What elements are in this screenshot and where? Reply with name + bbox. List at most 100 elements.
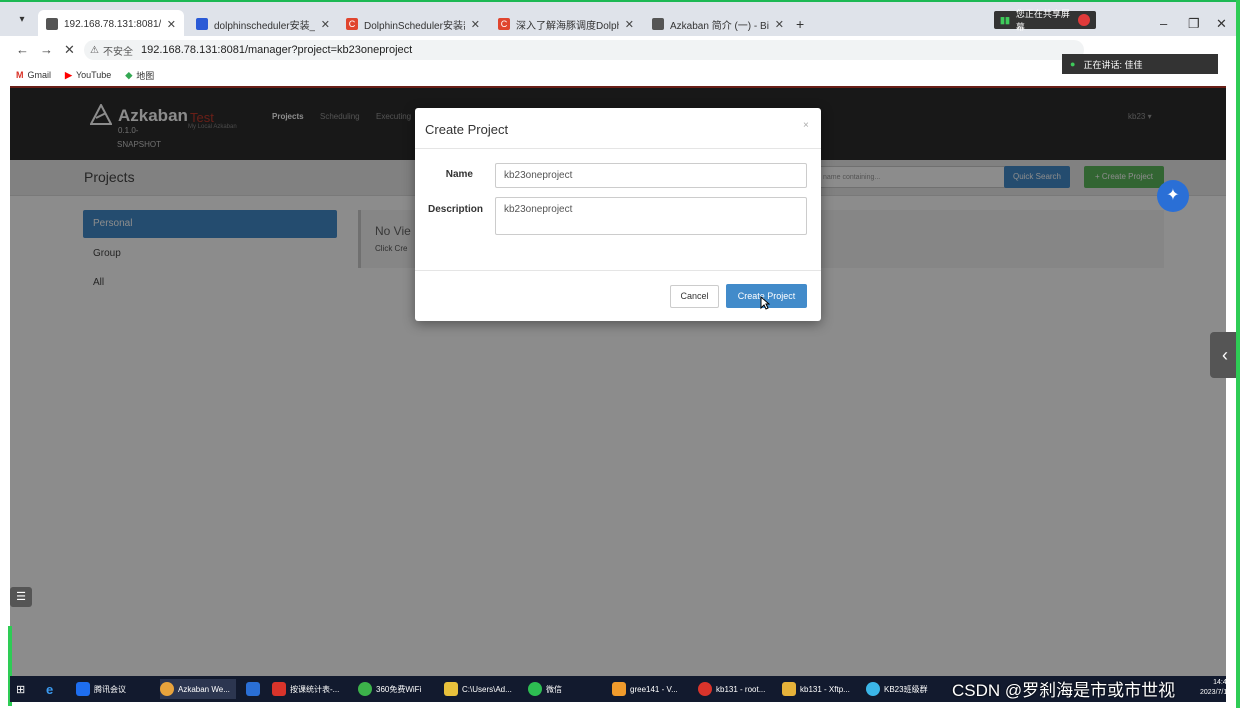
- youtube-icon: ▶: [65, 69, 72, 80]
- xftp-icon: [782, 682, 796, 696]
- csdn-icon: C: [346, 18, 358, 30]
- folder-icon: [444, 682, 458, 696]
- bookmark-maps[interactable]: ◆ 地图: [125, 69, 154, 82]
- tab-favicon: [46, 18, 58, 30]
- taskbar-label: kb131 - root...: [716, 684, 766, 694]
- taskbar-label: kb131 - Xftp...: [800, 684, 850, 694]
- bookmark-label: YouTube: [75, 70, 112, 80]
- bookmark-youtube[interactable]: ▶ YouTube: [65, 70, 111, 81]
- taskbar-feishu[interactable]: [246, 679, 264, 699]
- url-field[interactable]: ⚠ 不安全 192.168.78.131:8081/manager?projec…: [84, 40, 1084, 60]
- share-border: [1236, 0, 1240, 708]
- taskbar-ie[interactable]: e: [46, 679, 53, 699]
- restore-button[interactable]: ❐: [1188, 16, 1200, 32]
- dialog-title: Create Project: [425, 122, 509, 137]
- screen-share-indicator[interactable]: ▮▮ 您正在共享屏幕: [994, 9, 1096, 32]
- list-menu-icon[interactable]: ☰: [10, 587, 32, 607]
- qq-icon: [866, 682, 880, 696]
- divider: [415, 148, 821, 149]
- tab-close-icon[interactable]: ✕: [321, 18, 330, 31]
- taskbar-explorer[interactable]: C:\Users\Ad...: [444, 679, 512, 699]
- taskbar-xshell[interactable]: kb131 - root...: [698, 679, 765, 699]
- xshell-icon: [698, 682, 712, 696]
- close-window-button[interactable]: ✕: [1216, 16, 1227, 32]
- windows-icon: ⊞: [16, 683, 26, 696]
- address-bar-row: ← → ✕ ⚠ 不安全 192.168.78.131:8081/manager?…: [0, 36, 1240, 64]
- description-textarea[interactable]: kb23oneproject: [495, 197, 807, 235]
- insecure-label: 不安全: [102, 46, 133, 58]
- close-icon[interactable]: ×: [803, 120, 809, 131]
- back-button[interactable]: ←: [16, 42, 29, 57]
- baidu-icon: [196, 18, 208, 30]
- taskbar-xftp[interactable]: kb131 - Xftp...: [782, 679, 850, 699]
- vmware-icon: [612, 682, 626, 696]
- wps-icon: [272, 682, 286, 696]
- bookmark-label: Gmail: [27, 70, 52, 80]
- tab-close-icon[interactable]: ✕: [625, 18, 634, 31]
- maps-icon: ◆: [125, 69, 133, 80]
- taskbar-class-group[interactable]: KB23班级群: [866, 679, 928, 699]
- browser-tab-strip: ▾ 192.168.78.131:8081/manage ✕ dolphinsc…: [0, 0, 1240, 38]
- taskbar-wechat[interactable]: 微信: [528, 679, 562, 699]
- name-input[interactable]: kb23oneproject: [495, 163, 807, 188]
- taskbar-label: KB23班级群: [884, 684, 928, 694]
- stop-button[interactable]: ✕: [64, 42, 75, 58]
- csdn-watermark: CSDN @罗刹海是市或市世视: [952, 681, 1176, 700]
- tab-close-icon[interactable]: ✕: [775, 18, 784, 31]
- taskbar-tencent-meeting[interactable]: 腾讯会议: [76, 679, 126, 699]
- taskbar-label: 按课统计表-...: [290, 684, 340, 694]
- taskbar-label: gree141 - V...: [630, 684, 678, 694]
- mouse-cursor-icon: [760, 296, 770, 310]
- start-button[interactable]: ⊞: [16, 679, 25, 699]
- bookmark-label: 地图: [136, 70, 155, 81]
- ie-icon: e: [46, 681, 54, 697]
- taskbar-label: C:\Users\Ad...: [462, 684, 512, 694]
- description-label: Description: [427, 204, 483, 215]
- wifi-icon: [358, 682, 372, 696]
- taskbar-wps[interactable]: 按课统计表-...: [272, 679, 339, 699]
- speaking-text: 正在讲话: 佳佳: [1083, 59, 1143, 70]
- divider: [415, 270, 821, 271]
- tab-title: dolphinscheduler安装_百度搜: [214, 20, 315, 32]
- tab-search-menu-button[interactable]: ▾: [12, 14, 32, 32]
- bird-float-icon[interactable]: ✦: [1157, 180, 1189, 212]
- taskbar-label: 腾讯会议: [94, 684, 126, 694]
- cancel-button[interactable]: Cancel: [670, 285, 719, 308]
- create-project-dialog: Create Project × Name kb23oneproject Des…: [415, 108, 821, 321]
- tencent-meeting-icon: [76, 682, 90, 696]
- url-text: 192.168.78.131:8081/manager?project=kb23…: [140, 44, 413, 56]
- signal-icon: ▮▮: [1000, 14, 1010, 25]
- name-label: Name: [445, 169, 473, 180]
- tab-close-icon[interactable]: ✕: [471, 18, 480, 31]
- csdn-icon: C: [498, 18, 510, 30]
- tab-title: 192.168.78.131:8081/manage: [64, 18, 161, 30]
- browser-tab-baidu[interactable]: dolphinscheduler安装_百度搜 ✕: [188, 10, 338, 38]
- browser-tab-csdn-1[interactable]: C DolphinScheduler安装部署_d ✕: [338, 10, 488, 38]
- tab-title: 深入了解海豚调度DolphinSche: [516, 20, 619, 32]
- browser-tab-binge[interactable]: Azkaban 简介 (一) - Binge- ✕: [644, 10, 792, 38]
- tab-title: DolphinScheduler安装部署_d: [364, 20, 465, 32]
- clock-time: 14:47: [1213, 679, 1231, 686]
- share-notice: 您正在共享屏幕: [1015, 9, 1070, 32]
- speaking-indicator: ● 正在讲话: 佳佳: [1062, 54, 1218, 74]
- clock-date: 2023/7/11: [1200, 689, 1231, 696]
- bookmarks-bar: M Gmail ▶ YouTube ◆ 地图: [0, 64, 1240, 86]
- taskbar-label: 360免费WiFi: [376, 684, 422, 694]
- taskbar-wifi[interactable]: 360免费WiFi: [358, 679, 421, 699]
- browser-tab-csdn-2[interactable]: C 深入了解海豚调度DolphinSche ✕: [490, 10, 642, 38]
- stop-share-icon[interactable]: [1078, 14, 1090, 26]
- tab-title: Azkaban 简介 (一) - Binge-: [670, 20, 769, 32]
- minimize-button[interactable]: –: [1160, 16, 1167, 31]
- bird-icon: [246, 682, 260, 696]
- system-clock[interactable]: 14:47 2023/7/11: [1200, 678, 1231, 698]
- chrome-icon: [160, 682, 174, 696]
- browser-tab-azkaban[interactable]: 192.168.78.131:8081/manage ✕: [38, 10, 184, 38]
- new-tab-button[interactable]: +: [796, 16, 804, 32]
- taskbar-label: 微信: [546, 684, 562, 694]
- forward-button[interactable]: →: [40, 42, 53, 57]
- bookmark-gmail[interactable]: M Gmail: [16, 70, 51, 80]
- taskbar-chrome[interactable]: Azkaban We...: [160, 679, 236, 699]
- tab-close-icon[interactable]: ✕: [167, 18, 176, 31]
- taskbar-vmware[interactable]: gree141 - V...: [612, 679, 678, 699]
- gmail-icon: M: [16, 70, 24, 80]
